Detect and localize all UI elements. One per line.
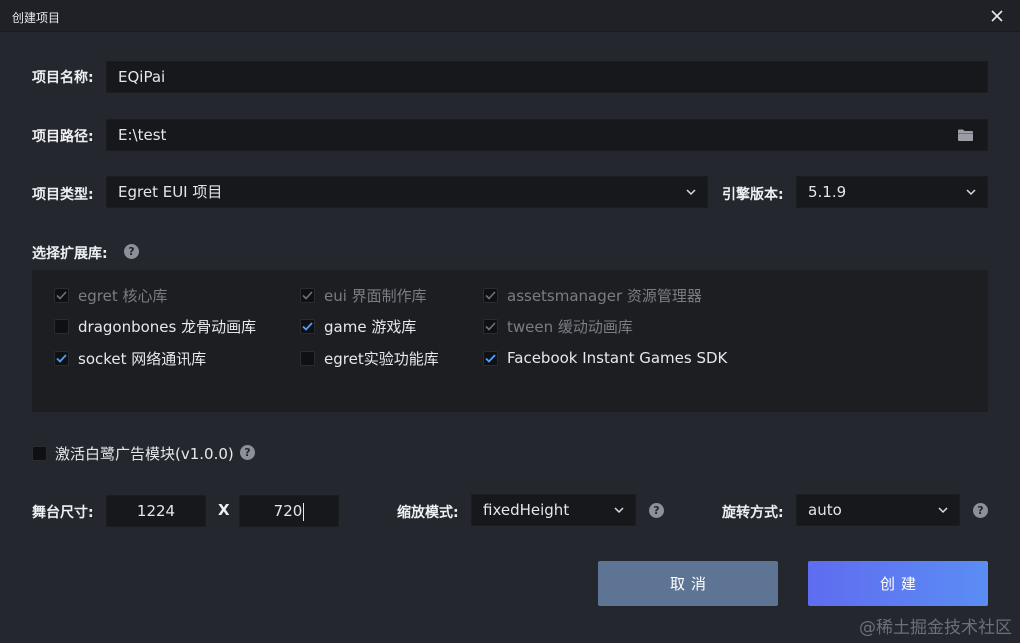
- orientation-select[interactable]: auto: [796, 494, 960, 526]
- ext-item-eui: eui 界面制作库: [300, 285, 427, 305]
- help-icon[interactable]: ?: [124, 244, 139, 259]
- project-path-label: 项目路径:: [32, 129, 94, 145]
- folder-icon[interactable]: [958, 129, 973, 141]
- ext-item-socket[interactable]: socket 网络通讯库: [54, 348, 206, 368]
- project-name-value: EQiPai: [118, 68, 166, 86]
- engine-version-label: 引擎版本:: [722, 187, 784, 203]
- watermark: @稀土掘金技术社区: [859, 618, 1012, 638]
- ext-label: dragonbones 龙骨动画库: [78, 317, 257, 336]
- check-icon: [485, 290, 496, 300]
- checkbox: [483, 287, 498, 303]
- title-bar: 创建项目: [0, 0, 1020, 32]
- cancel-button[interactable]: 取消: [598, 561, 778, 606]
- engine-version-value: 5.1.9: [808, 183, 847, 201]
- scale-mode-select[interactable]: fixedHeight: [471, 494, 636, 526]
- checkbox[interactable]: [483, 350, 498, 366]
- engine-version-select[interactable]: 5.1.9: [796, 176, 988, 208]
- check-icon: [485, 321, 496, 331]
- stage-height-value: 720: [273, 502, 303, 520]
- help-icon[interactable]: ?: [649, 503, 664, 518]
- checkbox[interactable]: [32, 445, 47, 461]
- checkbox: [300, 287, 315, 303]
- orientation-value: auto: [808, 501, 842, 519]
- check-icon: [302, 321, 313, 331]
- checkbox[interactable]: [54, 350, 69, 366]
- ext-label: eui 界面制作库: [324, 286, 427, 305]
- project-path-input[interactable]: E:\test: [106, 119, 988, 151]
- close-icon: [991, 10, 1003, 22]
- checkbox[interactable]: [54, 318, 69, 334]
- ext-item-game[interactable]: game 游戏库: [300, 316, 416, 336]
- ext-item-dragonbones[interactable]: dragonbones 龙骨动画库: [54, 316, 256, 336]
- checkbox[interactable]: [300, 318, 315, 334]
- chevron-down-icon: [966, 189, 976, 196]
- size-separator: X: [218, 501, 230, 519]
- project-name-label: 项目名称:: [32, 70, 94, 86]
- scale-mode-value: fixedHeight: [483, 501, 570, 519]
- ext-label: Facebook Instant Games SDK: [507, 349, 728, 367]
- help-icon[interactable]: ?: [973, 503, 988, 518]
- project-path-value: E:\test: [118, 126, 167, 144]
- chevron-down-icon: [938, 507, 948, 514]
- close-button[interactable]: [986, 6, 1008, 26]
- stage-width-input[interactable]: 1224: [106, 495, 206, 527]
- ext-label: egret实验功能库: [324, 349, 439, 368]
- check-icon: [302, 290, 313, 300]
- ext-item-assetsmanager: assetsmanager 资源管理器: [483, 285, 702, 305]
- scale-mode-label: 缩放模式:: [397, 505, 459, 521]
- create-button[interactable]: 创建: [808, 561, 988, 606]
- ext-item-egret-core: egret 核心库: [54, 285, 167, 305]
- stage-height-input[interactable]: 720: [239, 495, 339, 527]
- check-icon: [485, 353, 496, 363]
- ext-item-egret-experimental[interactable]: egret实验功能库: [300, 348, 439, 368]
- extensions-label: 选择扩展库:: [32, 246, 108, 262]
- ext-label: socket 网络通讯库: [78, 349, 207, 368]
- stage-width-value: 1224: [136, 502, 176, 520]
- ext-item-facebook-instant-games[interactable]: Facebook Instant Games SDK: [483, 348, 727, 368]
- check-icon: [56, 353, 67, 363]
- ext-label: tween 缓动动画库: [507, 317, 633, 336]
- ad-module-label: 激活白鹭广告模块(v1.0.0): [55, 444, 234, 463]
- ext-label: game 游戏库: [324, 317, 417, 336]
- checkbox: [483, 318, 498, 334]
- orientation-label: 旋转方式:: [722, 505, 784, 521]
- checkbox[interactable]: [300, 350, 315, 366]
- project-name-input[interactable]: EQiPai: [106, 61, 988, 93]
- project-type-select[interactable]: Egret EUI 项目: [106, 176, 708, 208]
- ext-item-tween: tween 缓动动画库: [483, 316, 633, 336]
- stage-size-label: 舞台尺寸:: [32, 505, 94, 521]
- chevron-down-icon: [614, 507, 624, 514]
- window-title: 创建项目: [12, 11, 61, 25]
- project-type-value: Egret EUI 项目: [118, 183, 223, 201]
- checkbox: [54, 287, 69, 303]
- help-icon[interactable]: ?: [240, 445, 255, 460]
- ext-label: assetsmanager 资源管理器: [507, 286, 702, 305]
- ext-label: egret 核心库: [78, 286, 168, 305]
- project-type-label: 项目类型:: [32, 187, 94, 203]
- chevron-down-icon: [686, 189, 696, 196]
- ad-module-checkbox[interactable]: 激活白鹭广告模块(v1.0.0): [32, 443, 234, 463]
- extensions-panel: egret 核心库 eui 界面制作库 assetsmanager 资源管理器 …: [32, 270, 988, 412]
- check-icon: [56, 290, 67, 300]
- text-caret: [303, 502, 305, 521]
